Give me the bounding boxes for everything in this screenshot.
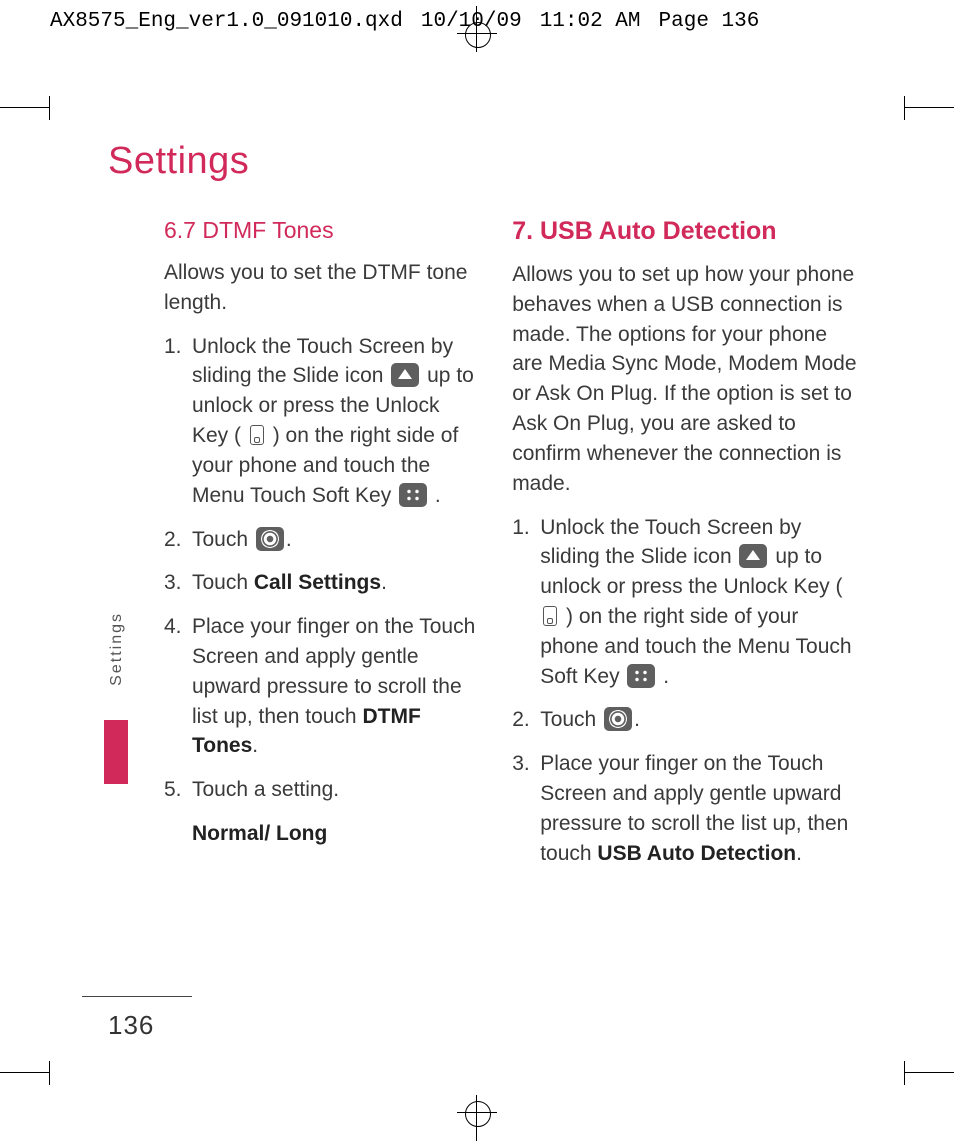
crop-mark-mid-right-icon — [894, 96, 954, 120]
step-number: 1. — [512, 513, 540, 692]
usb-step-1: 1. Unlock the Touch Screen by sliding th… — [512, 513, 858, 692]
dtmf-step-3: 3. Touch Call Settings. — [164, 568, 478, 598]
dtmf-step-4: 4. Place your finger on the Touch Screen… — [164, 612, 478, 761]
settings-gear-icon — [256, 527, 284, 551]
chapter-title: Settings — [108, 140, 858, 183]
usb-step-2: 2. Touch . — [512, 705, 858, 735]
section-heading-usb: 7. USB Auto Detection — [512, 217, 858, 246]
crop-mark-top-center-icon — [457, 6, 497, 46]
crop-mark-bottom-center-icon — [457, 1099, 497, 1139]
column-left: 6.7 DTMF Tones Allows you to set the DTM… — [164, 217, 478, 882]
step-body: Place your finger on the Touch Screen an… — [192, 612, 478, 761]
step-number: 3. — [512, 749, 540, 868]
page-number: 136 — [108, 1010, 154, 1041]
dtmf-step-5-options: Normal/ Long — [192, 819, 478, 849]
side-tab-block — [104, 720, 128, 784]
usb-intro: Allows you to set up how your phone beha… — [512, 260, 858, 499]
dtmf-step-1: 1. Unlock the Touch Screen by sliding th… — [164, 332, 478, 511]
step-number: 2. — [512, 705, 540, 735]
step-number: 5. — [164, 775, 192, 805]
step-number: 4. — [164, 612, 192, 761]
step-body: Unlock the Touch Screen by sliding the S… — [192, 332, 478, 511]
usb-step-3: 3. Place your finger on the Touch Screen… — [512, 749, 858, 868]
step-body: Touch . — [540, 705, 858, 735]
step-body: Unlock the Touch Screen by sliding the S… — [540, 513, 858, 692]
menu-grid-icon — [399, 483, 427, 507]
page-content: Settings 6.7 DTMF Tones Allows you to se… — [108, 140, 858, 882]
slide-up-icon — [391, 363, 419, 387]
step-body: Touch Call Settings. — [192, 568, 478, 598]
slug-time: 11:02 AM — [540, 10, 641, 33]
crop-mark-bottom-right-icon — [894, 1061, 954, 1085]
page-footer-rule — [82, 996, 192, 997]
unlock-key-icon — [543, 606, 557, 626]
slide-up-icon — [739, 544, 767, 568]
step-number: 2. — [164, 525, 192, 555]
settings-gear-icon — [604, 707, 632, 731]
step-body: Place your finger on the Touch Screen an… — [540, 749, 858, 868]
section-heading-dtmf: 6.7 DTMF Tones — [164, 217, 478, 244]
dtmf-step-2: 2. Touch . — [164, 525, 478, 555]
columns: 6.7 DTMF Tones Allows you to set the DTM… — [108, 217, 858, 882]
menu-grid-icon — [627, 664, 655, 688]
unlock-key-icon — [250, 425, 264, 445]
side-tab-label: Settings — [108, 612, 126, 686]
step-body: Touch . — [192, 525, 478, 555]
step-number: 1. — [164, 332, 192, 511]
step-body: Touch a setting. — [192, 775, 478, 805]
slug-file: AX8575_Eng_ver1.0_091010.qxd — [50, 10, 403, 33]
step-number: 3. — [164, 568, 192, 598]
dtmf-intro: Allows you to set the DTMF tone length. — [164, 258, 478, 318]
slug-page: Page 136 — [659, 10, 760, 33]
crop-mark-bottom-left-icon — [0, 1061, 60, 1085]
crop-mark-mid-left-icon — [0, 96, 60, 120]
dtmf-step-5: 5. Touch a setting. — [164, 775, 478, 805]
column-right: 7. USB Auto Detection Allows you to set … — [512, 217, 858, 882]
